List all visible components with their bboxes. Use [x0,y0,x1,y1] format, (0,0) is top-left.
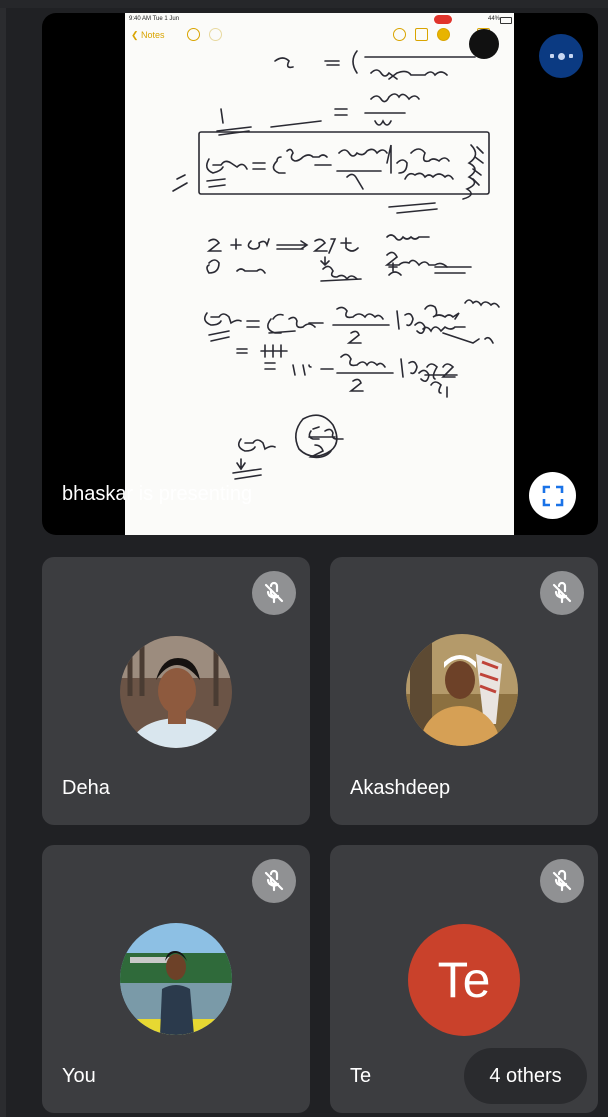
more-options-icon-center [557,52,565,60]
avatar [120,923,232,1035]
avatar [406,634,518,746]
initials-avatar: Te [408,924,520,1036]
mic-off-icon [252,859,296,903]
participant-name: Te [350,1065,372,1087]
mic-off-icon [540,859,584,903]
participant-name: Deha [62,777,110,799]
others-button[interactable]: 4 others [464,1048,587,1104]
more-options-icon [549,54,554,58]
window-top-edge [0,0,608,8]
window-left-edge [0,0,6,1117]
more-options-button[interactable] [539,34,583,78]
presenting-label: bhaskar is presenting [62,483,253,505]
shared-screen: 9:40 AM Tue 1 Jun 44% ❮ Notes [125,13,514,535]
fullscreen-icon [542,485,563,506]
avatar [120,636,232,748]
mic-off-icon [252,571,296,615]
fullscreen-button[interactable] [529,472,576,519]
participant-tile-you[interactable]: You [42,845,310,1113]
handwritten-notes [172,50,500,480]
more-options-icon-right [568,54,573,58]
participant-name: Akashdeep [350,777,451,799]
participant-tile-akashdeep[interactable]: Akashdeep [330,557,598,825]
participant-tile-deha[interactable]: Deha [42,557,310,825]
mic-off-icon [540,571,584,615]
participant-name: You [62,1065,96,1087]
presentation-tile[interactable]: 9:40 AM Tue 1 Jun 44% ❮ Notes bhaskar is… [42,13,598,535]
